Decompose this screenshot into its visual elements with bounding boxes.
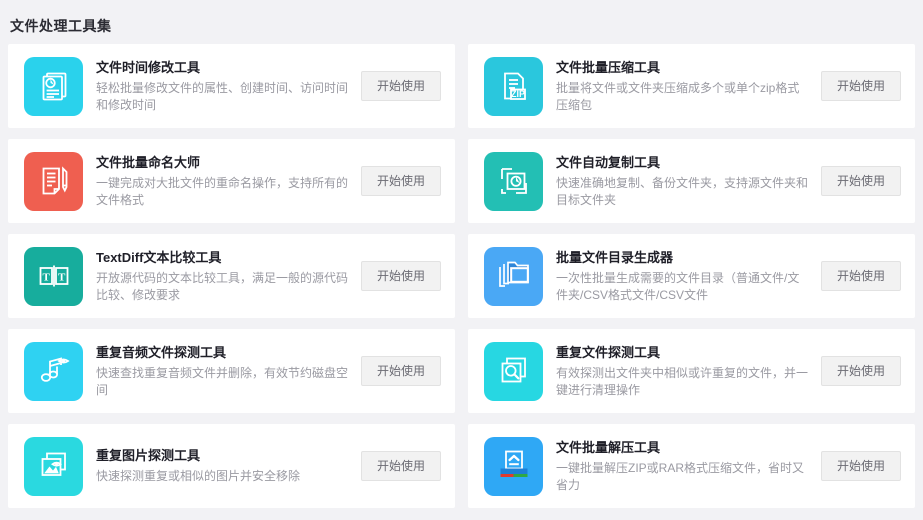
tool-description: 一键完成对大批文件的重命名操作，支持所有的文件格式 (96, 175, 349, 207)
tool-title: 文件时间修改工具 (96, 59, 201, 75)
tool-card[interactable]: 批量文件目录生成器 一次性批量生成需要的文件目录（普通文件/文件夹/CSV格式文… (468, 234, 915, 318)
tool-card[interactable]: ZIP 文件批量压缩工具 批量将文件或文件夹压缩成多个或单个zip格式压缩包 开… (468, 44, 915, 128)
start-use-button[interactable]: 开始使用 (821, 451, 901, 481)
tool-title: 重复音频文件探测工具 (96, 344, 227, 360)
document-clock-icon (24, 56, 83, 116)
tool-description: 开放源代码的文本比较工具，满足一般的源代码比较、修改要求 (96, 270, 349, 302)
document-pencil-icon (24, 151, 83, 211)
tool-card-text: 重复文件探测工具 有效探测出文件夹中相似或许重复的文件，并一键进行清理操作 (556, 344, 817, 399)
tool-card[interactable]: 重复图片探测工具 快速探测重复或相似的图片并安全移除 开始使用 (8, 424, 455, 508)
start-use-button[interactable]: 开始使用 (821, 261, 901, 291)
start-use-button[interactable]: 开始使用 (821, 356, 901, 386)
tool-card[interactable]: 重复音频文件探测工具 快速查找重复音频文件并删除，有效节约磁盘空间 开始使用 (8, 329, 455, 413)
file-search-icon (484, 341, 543, 401)
tool-card-text: 文件时间修改工具 轻松批量修改文件的属性、创建时间、访问时间和修改时间 (96, 59, 357, 114)
tool-description: 轻松批量修改文件的属性、创建时间、访问时间和修改时间 (96, 80, 349, 112)
tool-title: 文件批量解压工具 (556, 439, 661, 455)
tool-card-grid: 文件时间修改工具 轻松批量修改文件的属性、创建时间、访问时间和修改时间 开始使用… (8, 44, 915, 508)
start-use-button[interactable]: 开始使用 (361, 356, 441, 386)
tool-card[interactable]: 文件时间修改工具 轻松批量修改文件的属性、创建时间、访问时间和修改时间 开始使用 (8, 44, 455, 128)
tool-title: TextDiff文本比较工具 (96, 249, 222, 265)
svg-text:T: T (58, 272, 66, 284)
audio-note-eye-icon (24, 341, 83, 401)
folder-stack-icon (484, 246, 543, 306)
zip-file-icon: ZIP (484, 56, 543, 116)
start-use-button[interactable]: 开始使用 (361, 71, 441, 101)
tool-card-text: 文件自动复制工具 快速准确地复制、备份文件夹，支持源文件夹和目标文件夹 (556, 154, 817, 209)
tool-title: 重复图片探测工具 (96, 448, 201, 463)
tool-card[interactable]: T T TextDiff文本比较工具 开放源代码的文本比较工具，满足一般的源代码… (8, 234, 455, 318)
tool-description: 一键批量解压ZIP或RAR格式压缩文件，省时又省力 (556, 460, 805, 492)
tool-card-text: 文件批量命名大师 一键完成对大批文件的重命名操作，支持所有的文件格式 (96, 154, 357, 209)
start-use-button[interactable]: 开始使用 (361, 166, 441, 196)
page-title: 文件处理工具集 (10, 18, 112, 34)
start-use-button[interactable]: 开始使用 (361, 451, 441, 481)
start-use-button[interactable]: 开始使用 (821, 71, 901, 101)
copy-clock-icon (484, 151, 543, 211)
tool-card[interactable]: 文件批量解压工具 一键批量解压ZIP或RAR格式压缩文件，省时又省力 开始使用 (468, 424, 915, 508)
svg-text:T: T (42, 272, 50, 284)
tool-title: 文件批量命名大师 (96, 154, 201, 170)
tool-title: 文件批量压缩工具 (556, 59, 661, 75)
tool-title: 批量文件目录生成器 (556, 249, 674, 265)
tool-collection-page: 文件处理工具集 文件时间修改工具 轻松批量修改文件的属性、创建时间、访问时间和修… (0, 0, 923, 520)
tool-description: 一次性批量生成需要的文件目录（普通文件/文件夹/CSV格式文件/CSV文件 (556, 270, 800, 302)
tool-card-text: 重复图片探测工具 快速探测重复或相似的图片并安全移除 (96, 447, 357, 485)
tool-card[interactable]: 文件自动复制工具 快速准确地复制、备份文件夹，支持源文件夹和目标文件夹 开始使用 (468, 139, 915, 223)
tool-card-text: 文件批量解压工具 一键批量解压ZIP或RAR格式压缩文件，省时又省力 (556, 439, 817, 494)
tool-description: 批量将文件或文件夹压缩成多个或单个zip格式压缩包 (556, 80, 800, 112)
tool-card[interactable]: 文件批量命名大师 一键完成对大批文件的重命名操作，支持所有的文件格式 开始使用 (8, 139, 455, 223)
tool-description: 快速探测重复或相似的图片并安全移除 (96, 469, 301, 483)
tool-card-text: TextDiff文本比较工具 开放源代码的文本比较工具，满足一般的源代码比较、修… (96, 249, 357, 304)
tool-title: 重复文件探测工具 (556, 344, 661, 360)
tool-description: 快速准确地复制、备份文件夹，支持源文件夹和目标文件夹 (556, 175, 809, 207)
tool-description: 有效探测出文件夹中相似或许重复的文件，并一键进行清理操作 (556, 365, 809, 397)
tool-card[interactable]: 重复文件探测工具 有效探测出文件夹中相似或许重复的文件，并一键进行清理操作 开始… (468, 329, 915, 413)
tool-title: 文件自动复制工具 (556, 154, 661, 170)
tool-card-text: 重复音频文件探测工具 快速查找重复音频文件并删除，有效节约磁盘空间 (96, 344, 357, 399)
tool-description: 快速查找重复音频文件并删除，有效节约磁盘空间 (96, 365, 349, 397)
tool-card-text: 文件批量压缩工具 批量将文件或文件夹压缩成多个或单个zip格式压缩包 (556, 59, 817, 114)
start-use-button[interactable]: 开始使用 (821, 166, 901, 196)
text-compare-icon: T T (24, 246, 83, 306)
start-use-button[interactable]: 开始使用 (361, 261, 441, 291)
svg-text:ZIP: ZIP (510, 89, 524, 99)
tool-card-text: 批量文件目录生成器 一次性批量生成需要的文件目录（普通文件/文件夹/CSV格式文… (556, 249, 817, 304)
unzip-icon (484, 436, 543, 496)
image-eye-icon (24, 436, 83, 496)
